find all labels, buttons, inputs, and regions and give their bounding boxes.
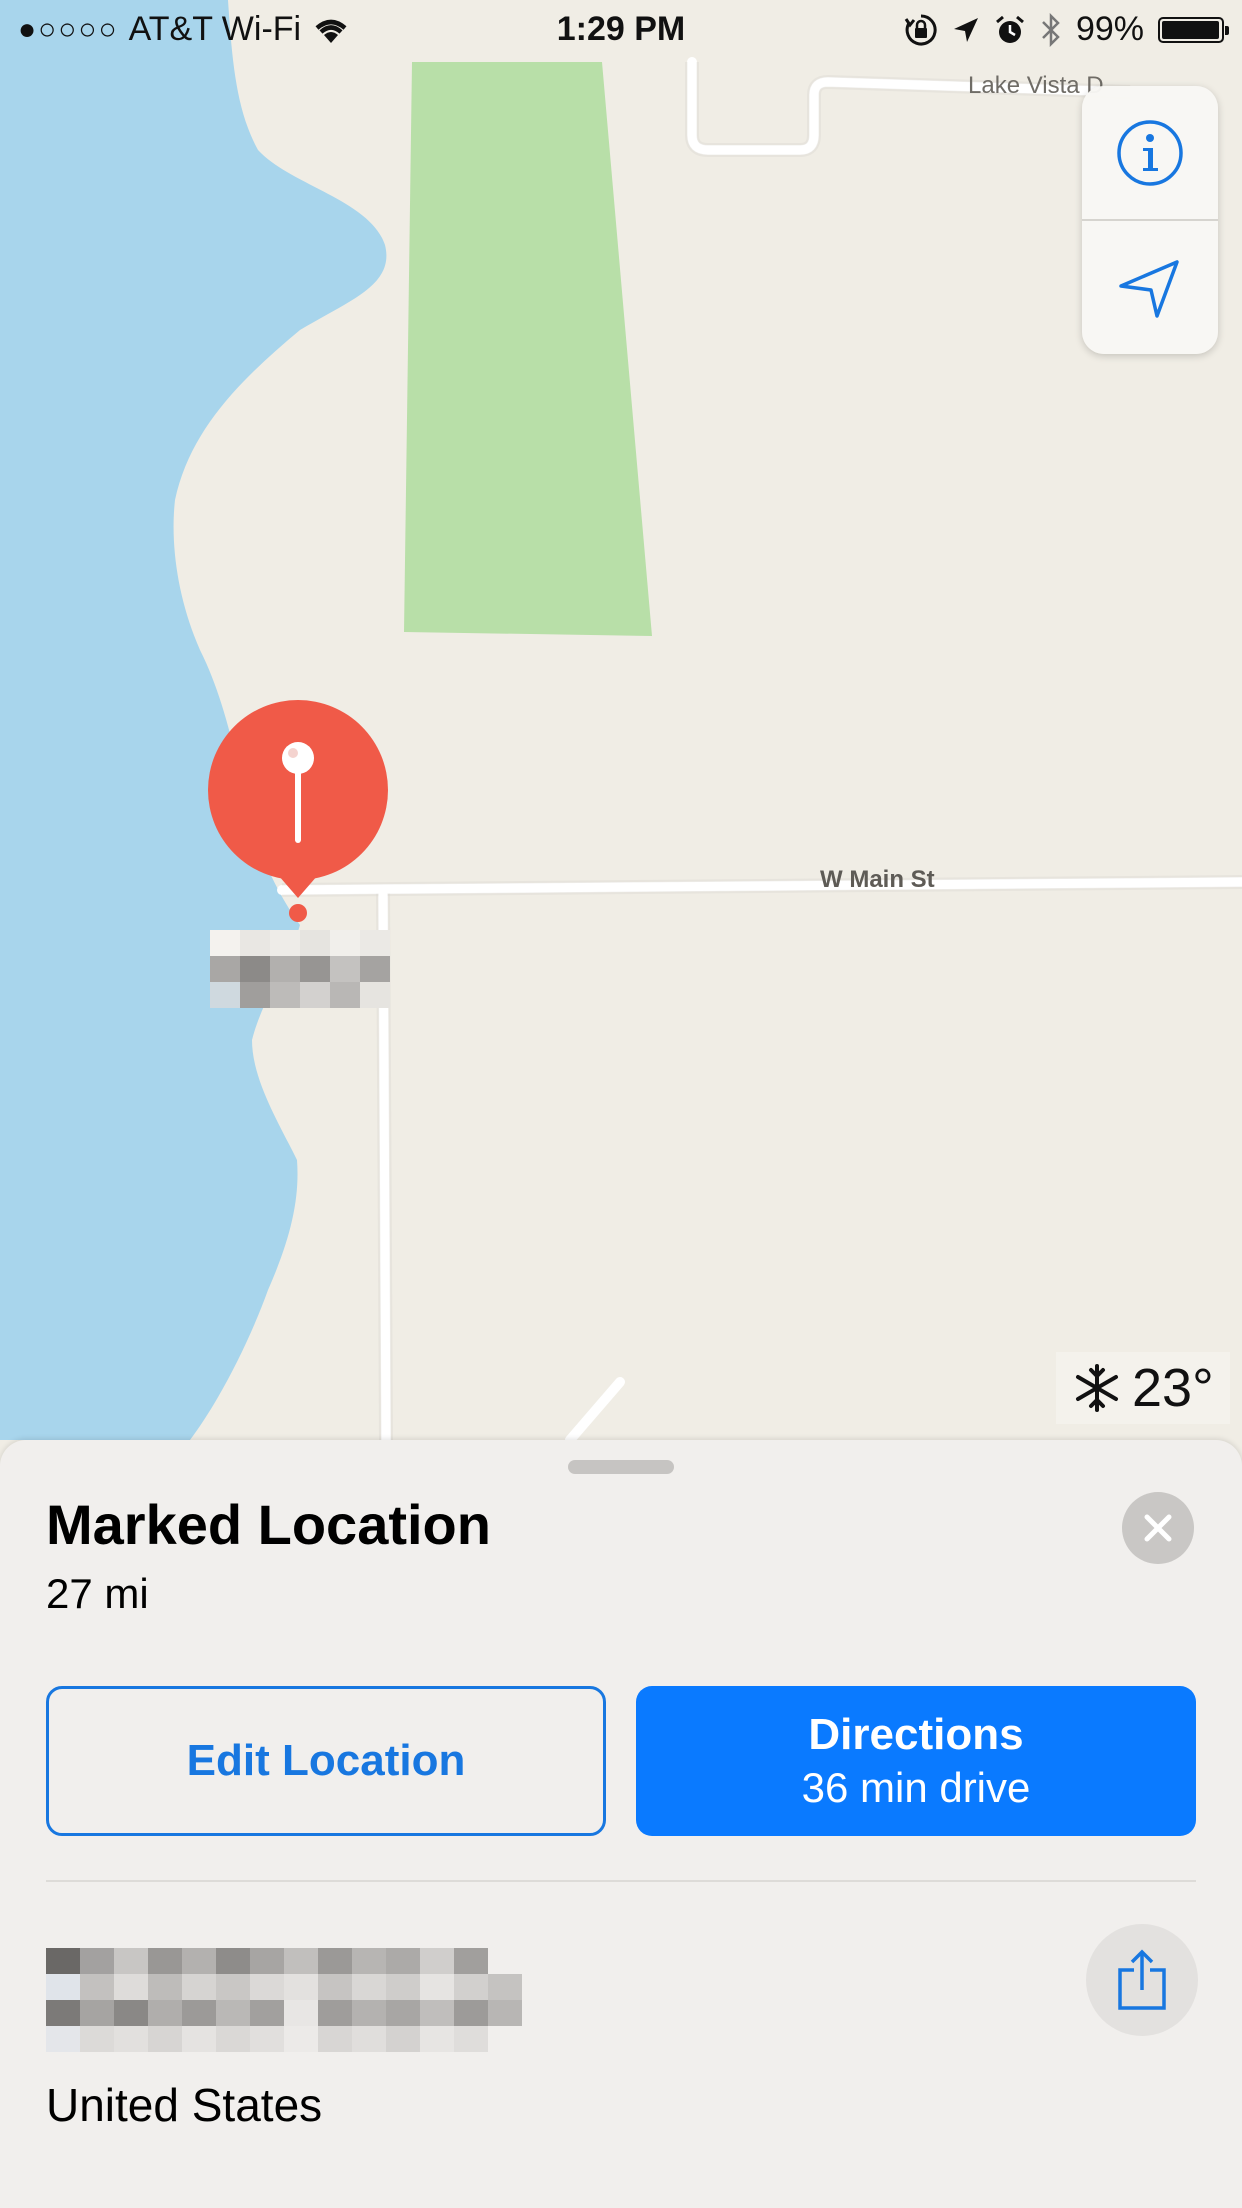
- redacted-address: [46, 1948, 522, 2052]
- info-icon: [1117, 120, 1183, 186]
- bluetooth-icon: [1042, 12, 1060, 47]
- road-label-w-main-st: W Main St: [820, 866, 935, 893]
- location-arrow-icon: [1119, 260, 1179, 318]
- edit-location-label: Edit Location: [186, 1736, 466, 1785]
- redacted-map-label: [210, 930, 390, 1008]
- alarm-icon: [995, 15, 1024, 43]
- directions-label: Directions: [808, 1710, 1024, 1759]
- battery-percent: 99%: [1075, 10, 1144, 48]
- place-title: Marked Location: [46, 1493, 491, 1556]
- directions-eta: 36 min drive: [801, 1764, 1031, 1811]
- status-bar: ●○○○○ AT&T Wi-Fi 1:29 PM 99%: [0, 0, 1242, 62]
- battery-icon: [1158, 16, 1229, 43]
- directions-button[interactable]: Directions 36 min drive: [636, 1686, 1196, 1836]
- location-services-icon: [953, 17, 978, 42]
- temperature: 23°: [1132, 1358, 1214, 1418]
- share-icon: [1118, 1949, 1166, 2010]
- edit-location-button[interactable]: Edit Location: [46, 1686, 606, 1836]
- place-distance: 27 mi: [46, 1570, 149, 1617]
- orientation-lock-icon: [904, 13, 937, 45]
- sheet-divider: [46, 1880, 1196, 1882]
- snowflake-icon: [1076, 1364, 1118, 1412]
- info-button[interactable]: [1082, 86, 1218, 220]
- place-card: Marked Location 27 mi Edit Location Dire…: [0, 1440, 1242, 2208]
- sheet-grabber[interactable]: [568, 1460, 674, 1474]
- close-icon: [1144, 1514, 1172, 1542]
- weather-badge: 23°: [1056, 1352, 1230, 1424]
- close-button[interactable]: [1122, 1492, 1194, 1564]
- share-button[interactable]: [1086, 1924, 1198, 2036]
- locate-me-button[interactable]: [1082, 220, 1218, 354]
- address-country: United States: [46, 2079, 323, 2131]
- map-controls: [1082, 86, 1218, 354]
